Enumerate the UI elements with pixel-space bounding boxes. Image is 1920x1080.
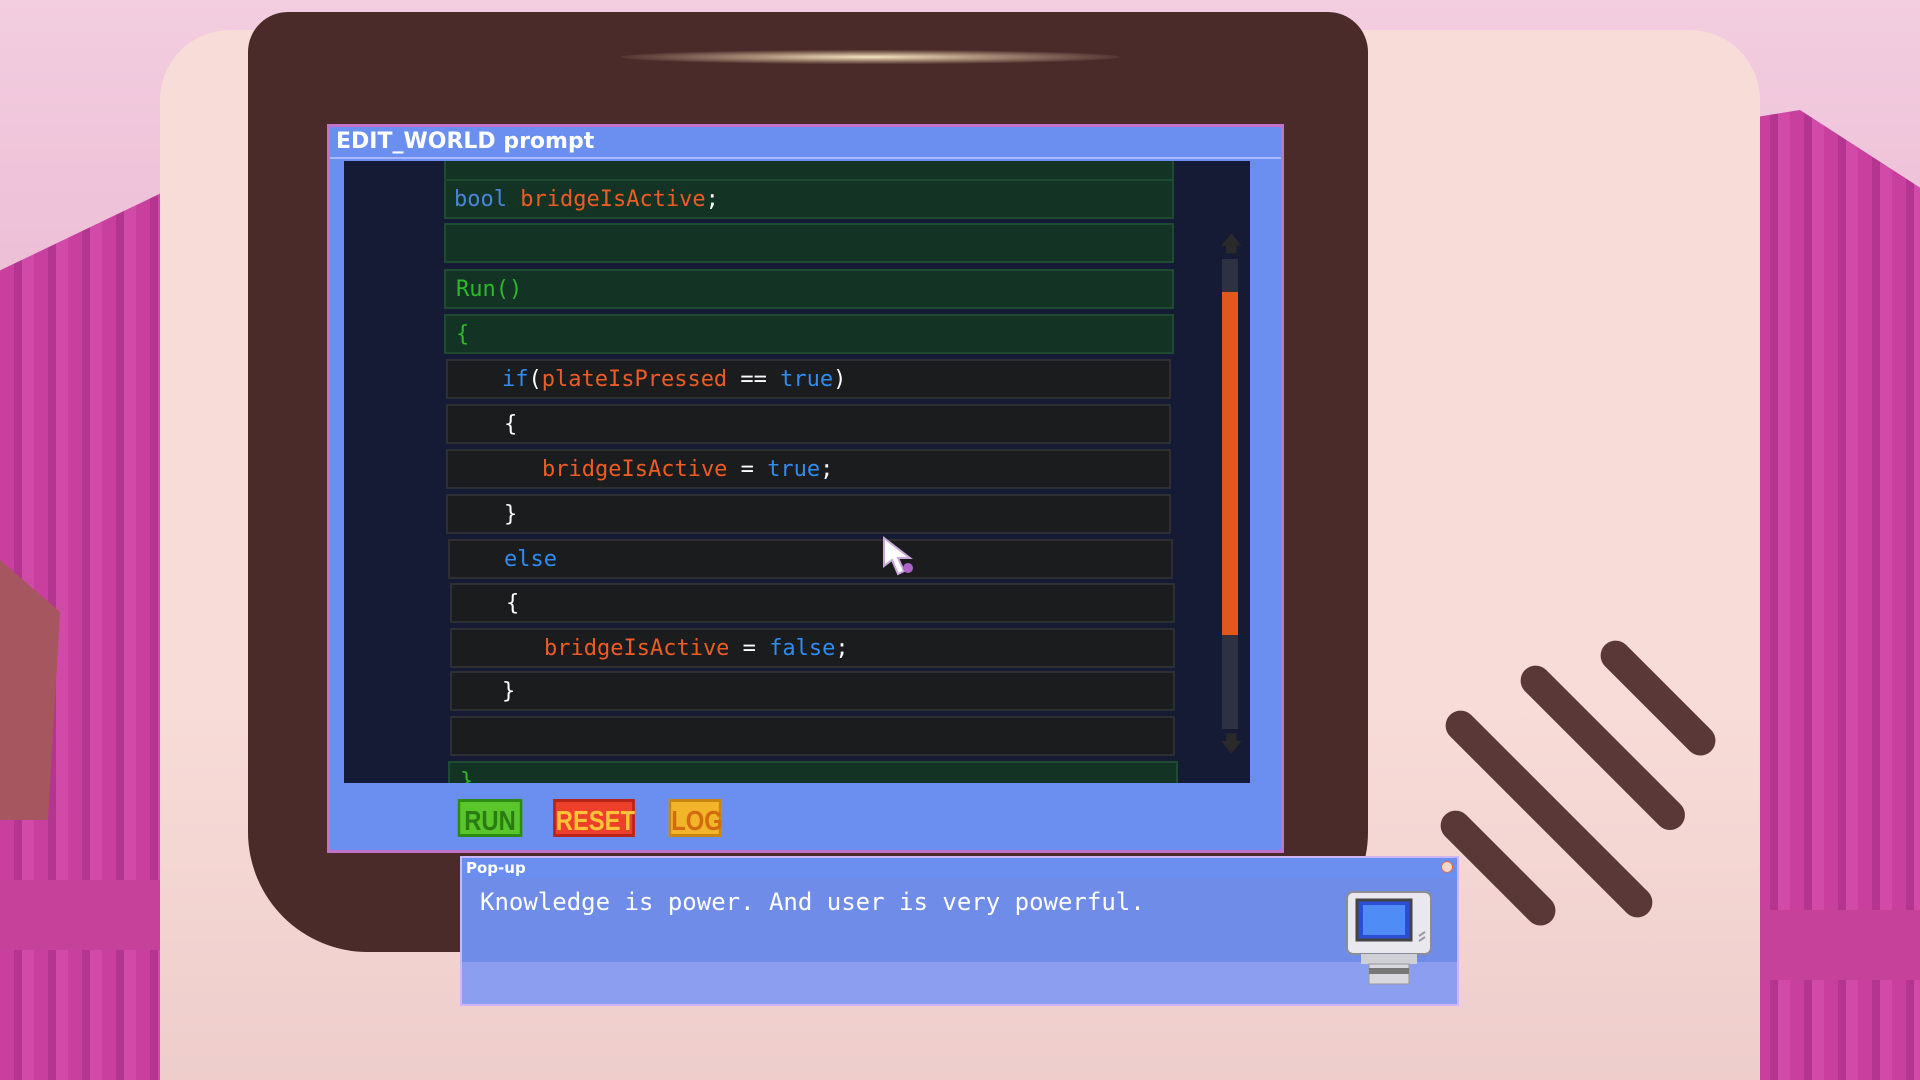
- bool-literal: false: [769, 636, 836, 661]
- code-scrollbar[interactable]: 🡅 🡇: [1216, 234, 1244, 756]
- code-line[interactable]: {: [446, 404, 1171, 444]
- close-brace: }: [504, 502, 518, 527]
- code-line[interactable]: if(plateIsPressed == true): [446, 359, 1171, 399]
- paren: ): [833, 367, 847, 392]
- code-line[interactable]: bridgeIsActive = false;: [450, 628, 1175, 668]
- paren: (: [528, 367, 542, 392]
- code-line[interactable]: }: [448, 761, 1178, 783]
- window-title: EDIT_WORLD prompt: [330, 127, 1281, 159]
- reset-button[interactable]: RESET: [553, 799, 635, 837]
- log-button[interactable]: LOG: [668, 799, 723, 837]
- semicolon: ;: [835, 636, 849, 661]
- bool-literal: true: [780, 367, 834, 392]
- mouse-cursor-icon: [883, 536, 913, 576]
- type-keyword: bool: [454, 187, 507, 212]
- edit-world-window[interactable]: EDIT_WORLD prompt bool bridgeIsActive; R…: [327, 124, 1284, 853]
- editor-toolbar: RUN RESET LOG: [344, 787, 1250, 847]
- screen-glare: [620, 50, 1120, 64]
- code-line-empty[interactable]: [444, 223, 1174, 263]
- operator: ==: [727, 367, 781, 392]
- bool-literal: true: [767, 457, 821, 482]
- variable-name: bridgeIsActive: [542, 457, 728, 482]
- code-line[interactable]: bridgeIsActive = true;: [446, 449, 1171, 489]
- popup-dialog[interactable]: Pop-up Knowledge is power. And user is v…: [460, 856, 1459, 1006]
- close-icon[interactable]: [1441, 861, 1453, 873]
- scroll-thumb[interactable]: [1222, 292, 1238, 635]
- variable-name: bridgeIsActive: [520, 187, 706, 212]
- code-editor[interactable]: bool bridgeIsActive; Run() { if(plateIsP…: [344, 161, 1250, 783]
- operator: =: [729, 636, 770, 661]
- semicolon: ;: [820, 457, 834, 482]
- code-line[interactable]: bool bridgeIsActive;: [444, 179, 1174, 219]
- semicolon: ;: [705, 187, 719, 212]
- variable-name: bridgeIsActive: [544, 636, 730, 661]
- run-button[interactable]: RUN: [457, 799, 523, 837]
- close-brace: }: [460, 769, 474, 783]
- code-line[interactable]: }: [446, 494, 1171, 534]
- popup-title: Pop-up: [462, 858, 1457, 879]
- code-line[interactable]: Run(): [444, 269, 1174, 309]
- code-line[interactable]: else: [448, 539, 1173, 579]
- if-keyword: if: [502, 367, 529, 392]
- operator: =: [727, 457, 768, 482]
- popup-message: Knowledge is power. And user is very pow…: [480, 888, 1145, 916]
- scroll-track[interactable]: [1222, 259, 1238, 729]
- close-brace: }: [502, 679, 516, 704]
- code-line[interactable]: }: [450, 671, 1175, 711]
- code-line[interactable]: {: [444, 314, 1174, 354]
- retro-computer-icon: [1346, 891, 1432, 985]
- variable-name: plateIsPressed: [541, 367, 728, 392]
- open-brace: {: [504, 412, 518, 437]
- code-line[interactable]: {: [450, 583, 1175, 623]
- else-keyword: else: [504, 547, 557, 572]
- scroll-down-arrow-icon[interactable]: 🡇: [1220, 734, 1243, 756]
- scroll-up-arrow-icon[interactable]: 🡅: [1220, 234, 1243, 256]
- open-brace: {: [456, 322, 470, 347]
- open-brace: {: [506, 591, 520, 616]
- function-name: Run(): [456, 277, 523, 302]
- code-line-empty[interactable]: [450, 716, 1175, 756]
- code-line[interactable]: [444, 161, 1174, 181]
